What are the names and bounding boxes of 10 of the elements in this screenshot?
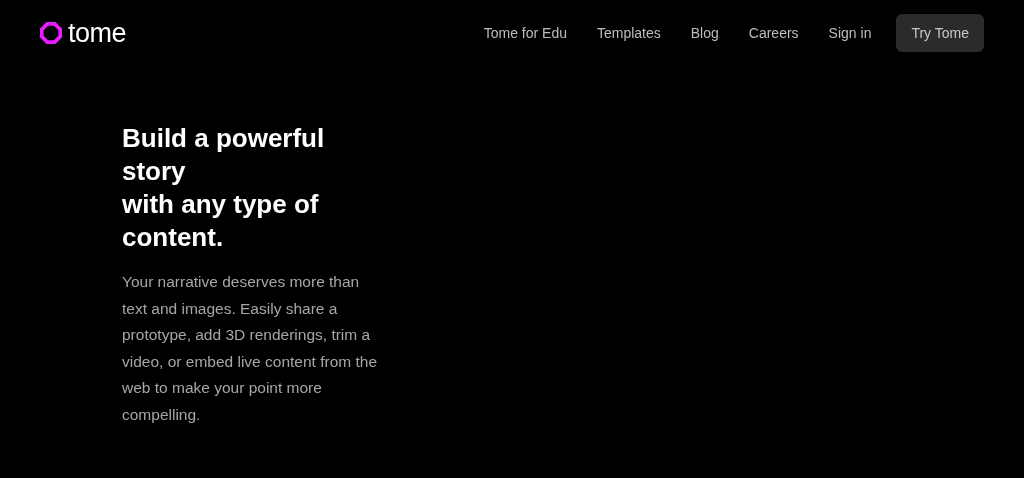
nav-link[interactable]: Sign in [828, 25, 872, 41]
nav-link[interactable]: Tome for Edu [483, 25, 567, 41]
headline: Build a powerful story with any type of content. [122, 122, 326, 254]
nav-link[interactable]: Careers [748, 25, 799, 41]
logo-icon [40, 22, 62, 44]
body-text: Your narrative deserves more than text and images. Easily share a prototype, add 3D renderings, trim a video, or embed live content from the web to make your point more compelling. [122, 272, 379, 425]
try-button[interactable]: Try Tome [896, 14, 984, 52]
nav-link[interactable]: Blog [690, 25, 719, 41]
nav-link[interactable]: Templates [596, 25, 661, 41]
logo-text[interactable]: tome [68, 17, 127, 49]
